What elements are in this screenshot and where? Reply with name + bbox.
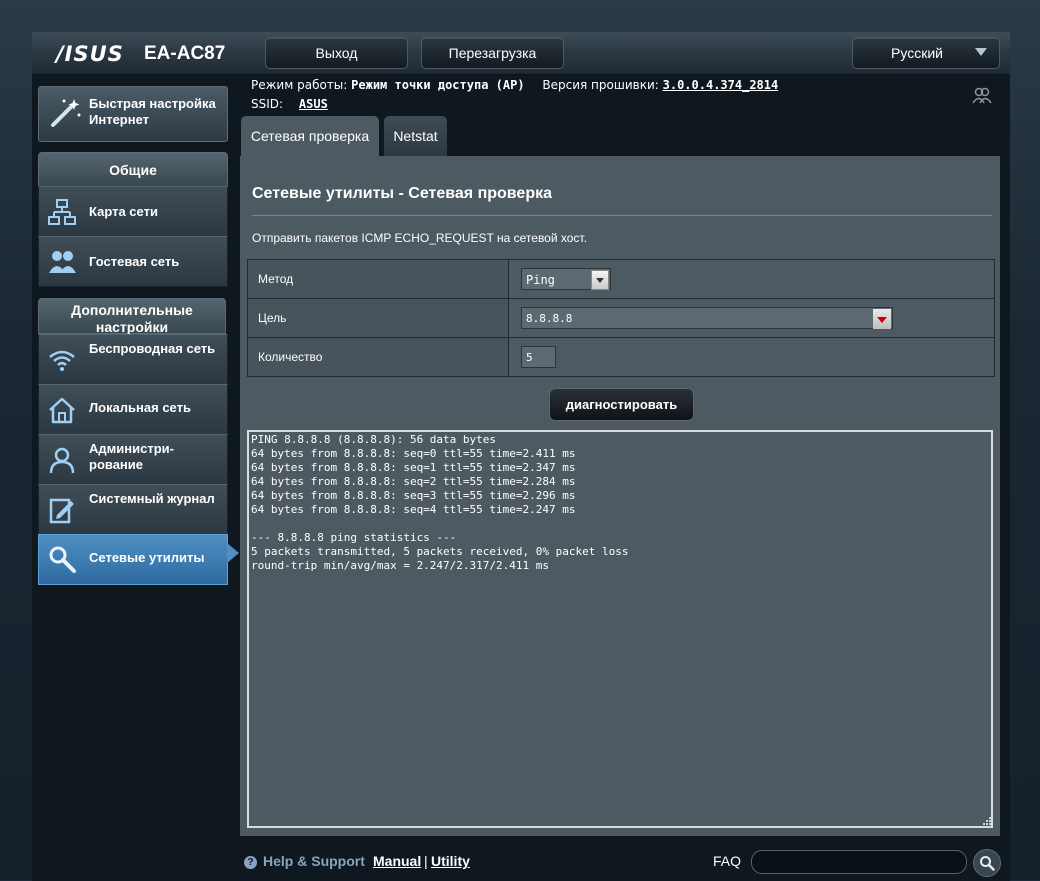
sidebar-item-label: Локальная сеть xyxy=(89,400,191,415)
advanced-section-title: Дополнительные настройки xyxy=(38,298,226,335)
page-description: Отправить пакетов ICMP ECHO_REQUEST на с… xyxy=(252,231,587,245)
wireless-icon xyxy=(49,350,75,371)
network-map-icon xyxy=(48,199,76,225)
guest-network-icon xyxy=(49,251,76,273)
search-button[interactable] xyxy=(973,849,1001,877)
ssid-line: SSID: ASUS xyxy=(251,97,328,111)
sidebar-item-label: Беспроводная сеть xyxy=(89,341,216,356)
faq-search-input[interactable] xyxy=(751,850,967,874)
sidebar-item-system-log[interactable]: Системный журнал xyxy=(38,484,228,535)
page-title: Сетевые утилиты - Сетевая проверка xyxy=(252,185,552,202)
firmware-label: Версия прошивки: xyxy=(542,78,659,92)
model-name: EA-AC87 xyxy=(144,43,226,64)
sidebar-item-guest-network[interactable]: Гостевая сеть xyxy=(38,236,228,287)
method-select[interactable]: Ping xyxy=(521,268,611,290)
title-divider xyxy=(252,215,992,216)
help-support-label: Help & Support xyxy=(263,853,365,869)
magic-wand-icon xyxy=(51,99,81,127)
search-icon xyxy=(980,856,995,871)
count-input[interactable]: 5 xyxy=(521,346,556,368)
faq-label: FAQ xyxy=(713,853,742,869)
sidebar-item-network-map[interactable]: Карта сети xyxy=(38,186,228,237)
ping-output-textarea[interactable]: PING 8.8.8.8 (8.8.8.8): 56 data bytes 64… xyxy=(247,430,993,828)
quick-setup-button[interactable]: Быстрая настройка Интернет xyxy=(38,86,228,142)
language-select[interactable]: Русский xyxy=(852,37,1000,69)
manual-link[interactable]: Manual xyxy=(373,853,421,869)
active-indicator xyxy=(227,543,239,563)
sidebar-item-label: Сетевые утилиты xyxy=(89,550,205,565)
reboot-button[interactable]: Перезагрузка xyxy=(421,37,564,69)
sidebar-item-wireless[interactable]: Беспроводная сеть xyxy=(38,334,228,385)
count-value: 5 xyxy=(526,351,533,364)
quick-setup-label: Быстрая настройка Интернет xyxy=(89,96,216,127)
diagnostic-form: Метод Ping Цель 8.8.8.8 Количество 5 xyxy=(247,259,995,377)
method-value: Ping xyxy=(526,273,555,287)
target-combobox[interactable]: 8.8.8.8 xyxy=(521,307,893,329)
dropdown-arrow-icon[interactable] xyxy=(873,309,891,329)
help-support-link[interactable]: ? Help & Support xyxy=(244,853,365,869)
chevron-down-icon xyxy=(591,270,609,290)
lan-home-icon xyxy=(49,397,75,424)
tab-netstat[interactable]: Netstat xyxy=(384,116,447,156)
logout-button[interactable]: Выход xyxy=(265,37,408,69)
target-value: 8.8.8.8 xyxy=(526,312,573,325)
tab-network-check[interactable]: Сетевая проверка xyxy=(241,116,379,156)
operation-mode: Режим работы: Режим точки доступа (AP) В… xyxy=(251,78,778,92)
admin-user-icon xyxy=(49,447,75,474)
method-label: Метод xyxy=(247,259,509,299)
asus-logo: /ISUS xyxy=(56,42,124,66)
ssid-label: SSID: xyxy=(251,97,284,111)
sidebar-item-label: Гостевая сеть xyxy=(89,254,180,269)
help-icon: ? xyxy=(244,856,257,869)
resize-grip-icon[interactable] xyxy=(982,816,992,826)
system-log-icon xyxy=(49,498,74,524)
sidebar-item-network-tools[interactable]: Сетевые утилиты xyxy=(38,534,228,585)
chevron-down-icon xyxy=(975,48,987,56)
general-section-title: Общие xyxy=(38,152,228,188)
ssid-link[interactable]: ASUS xyxy=(299,97,328,111)
sidebar-item-administration[interactable]: Администри-рование xyxy=(38,434,228,485)
target-label: Цель xyxy=(247,298,509,338)
count-label: Количество xyxy=(247,337,509,377)
firmware-link[interactable]: 3.0.0.4.374_2814 xyxy=(663,78,779,92)
sidebar-item-label: Карта сети xyxy=(89,204,158,219)
operation-mode-label: Режим работы: xyxy=(251,78,348,92)
footer-separator: | xyxy=(424,853,428,869)
diagnose-button[interactable]: диагностировать xyxy=(549,388,694,421)
sidebar-item-label: Системный журнал xyxy=(89,491,215,506)
network-tools-icon xyxy=(49,546,76,573)
operation-mode-value[interactable]: Режим точки доступа (AP) xyxy=(351,78,524,92)
clients-icon[interactable] xyxy=(972,86,992,106)
sidebar-item-lan[interactable]: Локальная сеть xyxy=(38,384,228,435)
language-label: Русский xyxy=(891,45,943,61)
utility-link[interactable]: Utility xyxy=(431,853,470,869)
sidebar-item-label: Администри-рование xyxy=(89,441,174,472)
